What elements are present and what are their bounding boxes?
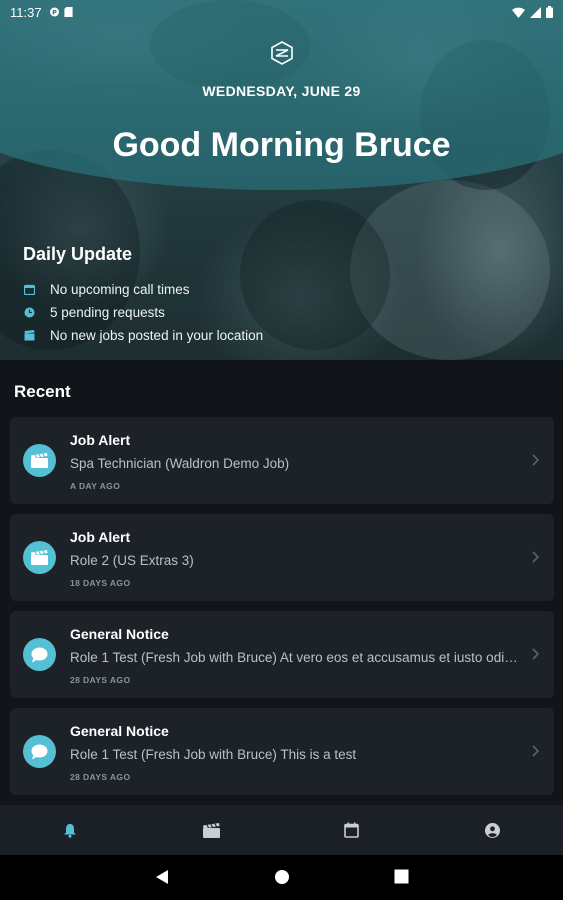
card-description: Role 1 Test (Fresh Job with Bruce) This … (70, 747, 357, 762)
card-title: Job Alert (70, 432, 131, 448)
chevron-right-icon (532, 648, 540, 660)
daily-update-text: 5 pending requests (50, 305, 165, 320)
status-bar: 11:37 P (0, 0, 563, 24)
status-right (512, 6, 553, 18)
clapperboard-icon (23, 541, 56, 574)
chevron-right-icon (532, 454, 540, 466)
app-notification-icon: P (49, 7, 59, 17)
app-logo-icon (271, 41, 293, 65)
daily-update-list: No upcoming call times 5 pending request… (23, 278, 263, 347)
recent-list: Job Alert Spa Technician (Waldron Demo J… (10, 417, 554, 805)
chat-bubble-icon (23, 638, 56, 671)
card-title: Job Alert (70, 529, 131, 545)
card-description: Role 1 Test (Fresh Job with Bruce) At ve… (70, 650, 525, 665)
nav-tab-profile[interactable] (422, 805, 563, 855)
recent-card-job-alert[interactable]: Job Alert Spa Technician (Waldron Demo J… (10, 417, 554, 504)
card-title: General Notice (70, 723, 169, 739)
system-navigation-bar (0, 855, 563, 900)
clapperboard-icon (202, 822, 220, 838)
back-icon[interactable] (155, 869, 169, 885)
bell-icon (64, 823, 77, 838)
bottom-navigation (0, 805, 563, 855)
card-timestamp: 28 DAYS AGO (70, 772, 131, 782)
card-description: Role 2 (US Extras 3) (70, 553, 194, 568)
card-timestamp: 18 DAYS AGO (70, 578, 131, 588)
chat-bubble-icon (23, 735, 56, 768)
daily-update-title: Daily Update (23, 244, 133, 264)
recent-card-general-notice[interactable]: General Notice Role 1 Test (Fresh Job wi… (10, 708, 554, 795)
calendar-icon (344, 822, 360, 838)
daily-update-text: No upcoming call times (50, 282, 190, 297)
clock-icon (23, 307, 35, 319)
recent-card-job-alert[interactable]: Job Alert Role 2 (US Extras 3) 18 DAYS A… (10, 514, 554, 601)
recent-card-general-notice[interactable]: General Notice Role 1 Test (Fresh Job wi… (10, 611, 554, 698)
date-label: WEDNESDAY, JUNE 29 (202, 83, 361, 99)
signal-icon (530, 6, 541, 18)
clapperboard-icon (23, 330, 35, 342)
calendar-icon (23, 284, 35, 296)
battery-icon (546, 6, 553, 18)
daily-update-item: No new jobs posted in your location (23, 324, 263, 347)
nav-tab-jobs[interactable] (141, 805, 282, 855)
card-timestamp: A DAY AGO (70, 481, 121, 491)
recent-section-title: Recent (14, 382, 71, 401)
daily-update-item: No upcoming call times (23, 278, 263, 301)
chevron-right-icon (532, 551, 540, 563)
chevron-right-icon (532, 745, 540, 757)
recents-icon[interactable] (394, 869, 409, 884)
sd-card-icon (63, 7, 73, 17)
nav-tab-notifications[interactable] (0, 805, 141, 855)
clapperboard-icon (23, 444, 56, 477)
wifi-icon (512, 7, 525, 18)
daily-update-text: No new jobs posted in your location (50, 328, 264, 343)
card-description: Spa Technician (Waldron Demo Job) (70, 456, 290, 471)
home-icon[interactable] (274, 869, 290, 885)
account-icon (485, 822, 501, 838)
status-time: 11:37 (10, 4, 42, 20)
card-timestamp: 28 DAYS AGO (70, 675, 131, 685)
card-title: General Notice (70, 626, 169, 642)
greeting-title: Good Morning Bruce (112, 126, 451, 164)
svg-text:P: P (52, 10, 57, 17)
daily-update-item: 5 pending requests (23, 301, 263, 324)
hero-header: 11:37 P WEDNESDAY, JUNE 29 Good Morning … (0, 0, 563, 360)
nav-tab-calendar[interactable] (282, 805, 423, 855)
